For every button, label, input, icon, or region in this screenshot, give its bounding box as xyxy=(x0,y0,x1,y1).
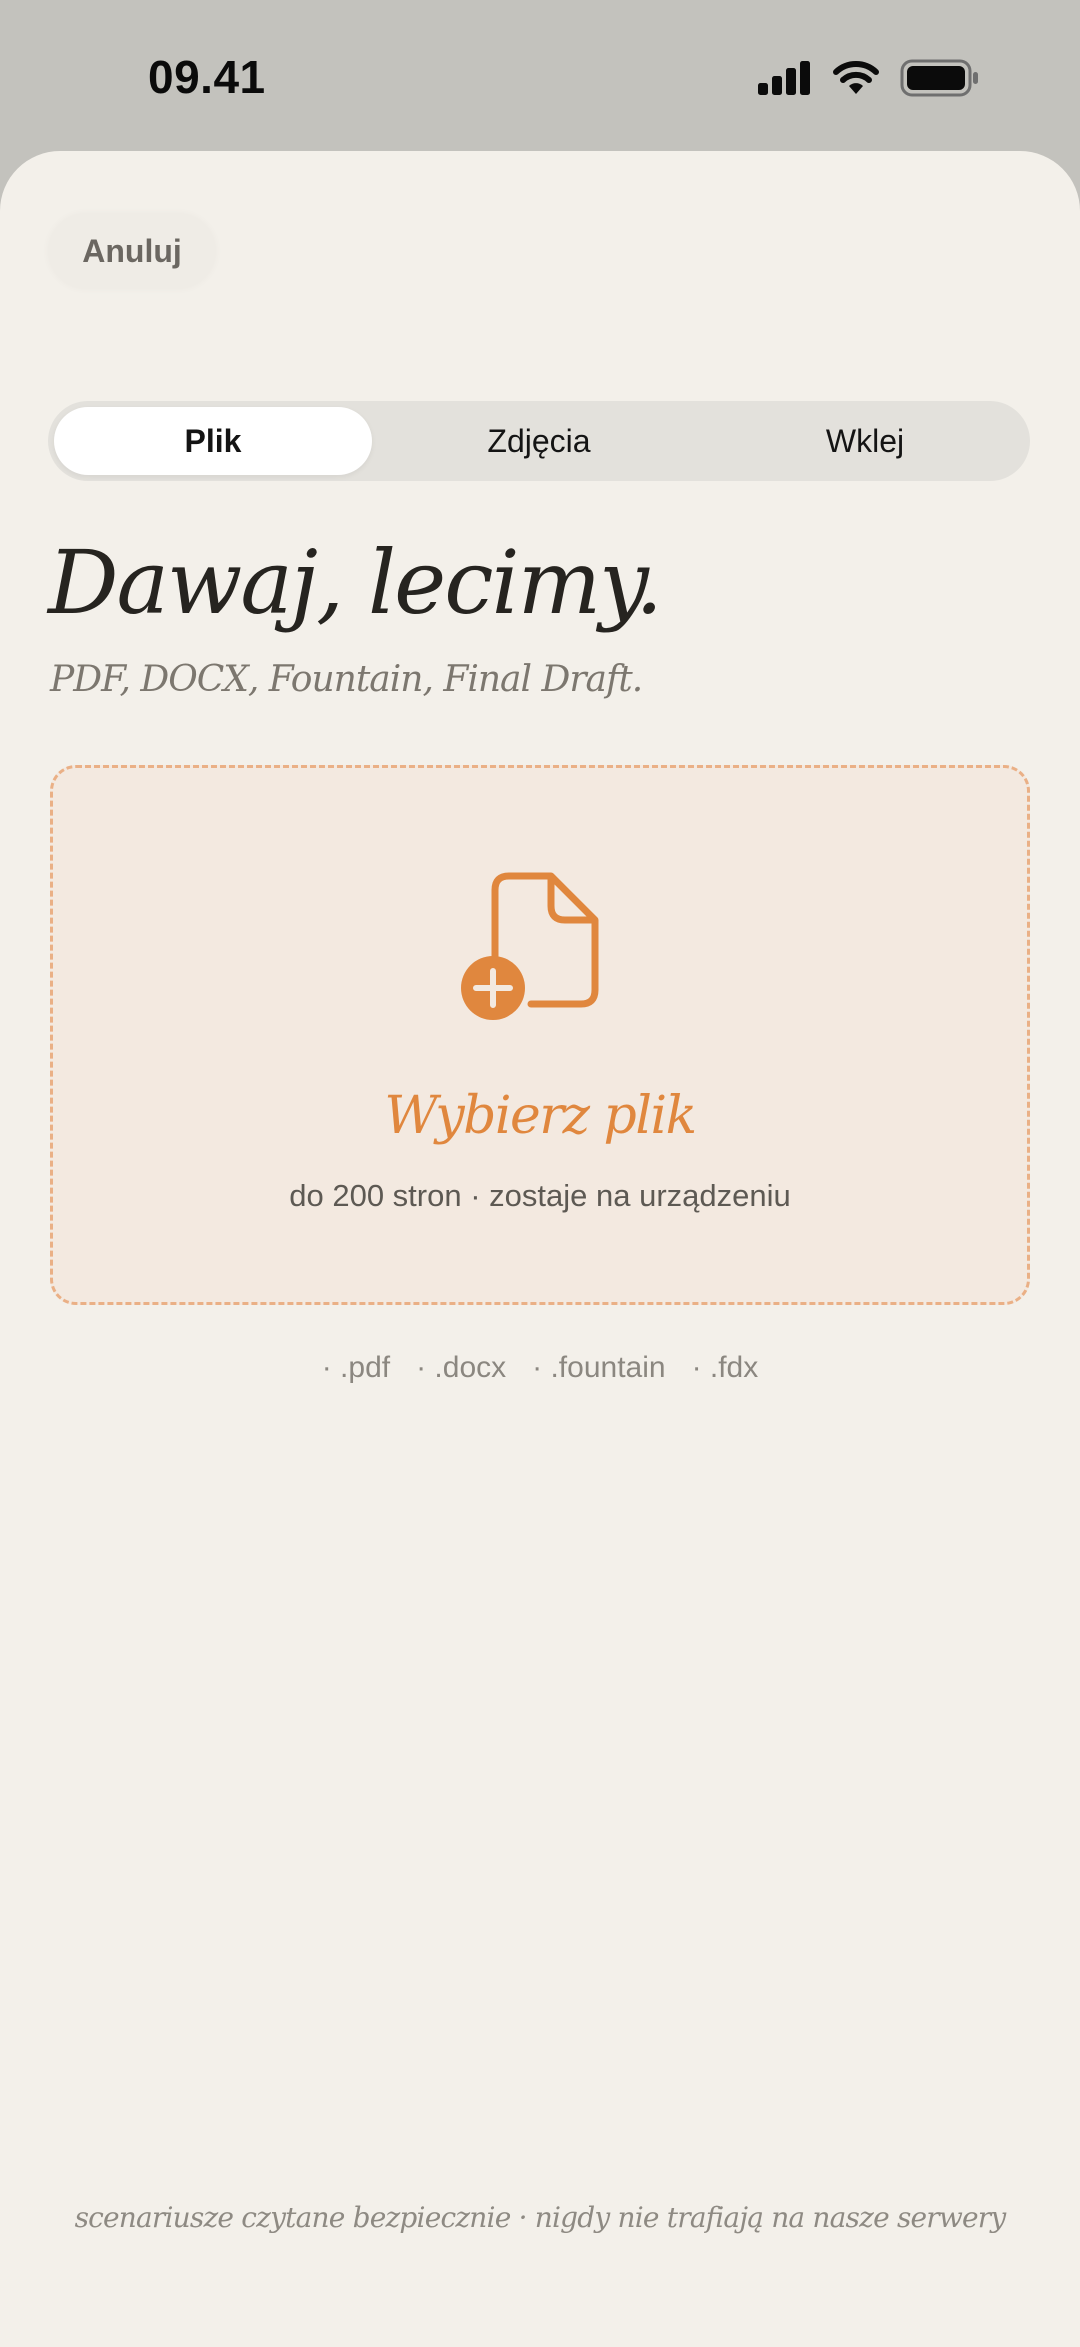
cellular-signal-icon xyxy=(758,60,812,100)
dropzone-hint: do 200 stron · zostaje na urządzeniu xyxy=(289,1178,791,1213)
tab-photos[interactable]: Zdjęcia xyxy=(380,407,698,475)
extension-docx: · .docx xyxy=(416,1351,507,1384)
extension-fountain: · .fountain xyxy=(532,1351,666,1384)
status-bar: 09.41 xyxy=(0,0,1080,150)
cancel-button[interactable]: Anuluj xyxy=(48,213,216,289)
page-subtitle: PDF, DOCX, Fountain, Final Draft. xyxy=(50,659,643,700)
extension-pdf: · .pdf xyxy=(321,1351,391,1384)
status-icons xyxy=(758,58,980,102)
page-title: Dawaj, lecimy. xyxy=(48,531,663,634)
battery-icon xyxy=(900,59,980,102)
privacy-note: scenariusze czytane bezpiecznie · nigdy … xyxy=(74,2201,1007,2234)
status-time: 09.41 xyxy=(148,51,266,103)
import-sheet: Anuluj Plik Zdjęcia Wklej Dawaj, lecimy.… xyxy=(0,151,1080,2347)
source-segmented-control: Plik Zdjęcia Wklej xyxy=(48,401,1030,481)
wifi-icon xyxy=(832,60,880,101)
tab-paste[interactable]: Wklej xyxy=(706,407,1024,475)
supported-extensions: · .pdf · .docx · .fountain · .fdx xyxy=(0,1351,1080,1385)
file-dropzone[interactable]: Wybierz plik do 200 stron · zostaje na u… xyxy=(50,765,1030,1305)
tab-file[interactable]: Plik xyxy=(54,407,372,475)
file-add-icon xyxy=(459,872,609,1022)
choose-file-label[interactable]: Wybierz plik xyxy=(53,1086,1027,1146)
extension-fdx: · .fdx xyxy=(691,1351,759,1384)
